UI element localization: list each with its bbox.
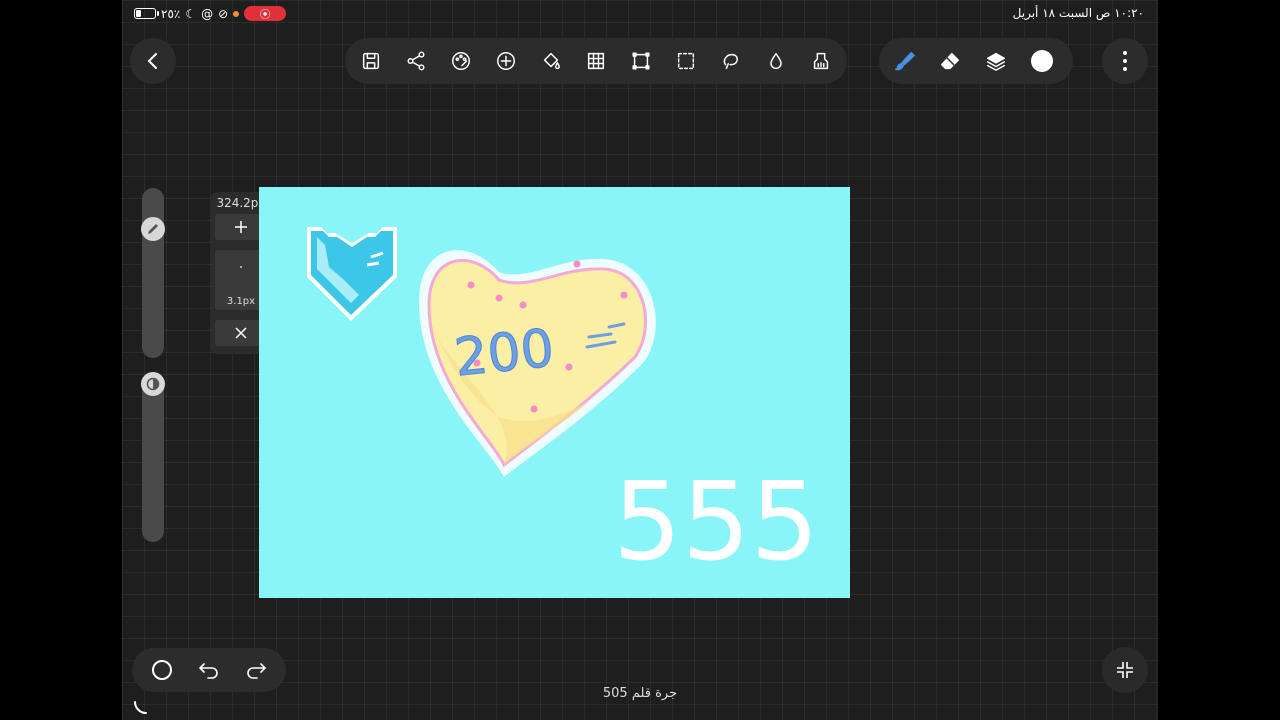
- stroke-count: 505 جرة قلم: [602, 686, 678, 701]
- selection-icon: [677, 52, 694, 70]
- grid-icon: [587, 52, 605, 70]
- opacity-slider[interactable]: [141, 372, 165, 542]
- palette-icon: [452, 52, 471, 70]
- drawing-canvas[interactable]: 200 555: [259, 187, 850, 598]
- phone-icon: [132, 700, 148, 716]
- layers-icon: [987, 52, 1005, 71]
- color-button[interactable]: [1019, 38, 1065, 84]
- chevron-left-icon: [147, 53, 157, 69]
- fill-bucket-button[interactable]: [529, 38, 574, 84]
- plus-icon: [235, 221, 247, 233]
- smudge-icon: [813, 52, 828, 70]
- redo-icon: [247, 663, 267, 679]
- brush-dot: [240, 266, 242, 268]
- lasso-button[interactable]: [708, 38, 753, 84]
- cookie-heart: 200: [419, 250, 656, 477]
- blur-button[interactable]: [753, 38, 798, 84]
- link-icon: ⊘: [218, 6, 229, 21]
- status-datetime: ١٠:٢٠ ص السبت ١٨ أبريل: [1012, 6, 1144, 20]
- circle-icon: [151, 660, 172, 680]
- add-button[interactable]: [484, 38, 529, 84]
- record-button[interactable]: [144, 652, 180, 688]
- tool-selector: [879, 38, 1073, 84]
- undo-icon: [198, 663, 218, 679]
- lasso-icon: [723, 53, 738, 70]
- save-button[interactable]: [349, 38, 394, 84]
- more-vertical-icon: [1123, 51, 1127, 71]
- main-toolbar: [345, 38, 847, 84]
- layers-button[interactable]: [973, 38, 1019, 84]
- battery-percent: ٢٥٪: [161, 6, 181, 21]
- opacity-handle[interactable]: [141, 372, 165, 396]
- more-button[interactable]: [1102, 38, 1148, 84]
- share-icon: [407, 51, 425, 71]
- at-icon: @: [201, 6, 214, 21]
- collapse-icon: [1117, 662, 1133, 678]
- back-button[interactable]: [130, 38, 176, 84]
- grid-button[interactable]: [574, 38, 619, 84]
- color-swatch: [1031, 50, 1053, 72]
- eraser-icon: [941, 52, 959, 70]
- status-left: ٢٥٪ ☾ @ ⊘ ⦿: [134, 6, 287, 21]
- transform-icon: [632, 52, 650, 70]
- brush-icon: [895, 52, 915, 71]
- heart-label: 200: [452, 319, 557, 389]
- brush-size-slider[interactable]: [141, 188, 165, 358]
- selection-button[interactable]: [663, 38, 708, 84]
- pixel-heart: [307, 227, 397, 321]
- drawing-app: ٢٥٪ ☾ @ ⊘ ⦿ ١٠:٢٠ ص السبت ١٨ أبريل 324.2…: [122, 0, 1158, 720]
- mic-indicator-icon: [233, 10, 240, 17]
- close-icon: [235, 327, 247, 339]
- save-icon: [363, 52, 380, 70]
- moon-icon: ☾: [185, 6, 197, 21]
- big-number: 555: [613, 460, 819, 585]
- transform-button[interactable]: [618, 38, 663, 84]
- add-icon: [497, 52, 516, 70]
- redo-button[interactable]: [238, 652, 274, 688]
- undo-button[interactable]: [191, 652, 227, 688]
- smudge-button[interactable]: [798, 38, 843, 84]
- pencil-icon: [148, 224, 158, 234]
- fullscreen-button[interactable]: [1102, 647, 1148, 693]
- screen-record-indicator[interactable]: ⦿: [244, 6, 287, 21]
- battery-icon: [134, 8, 159, 19]
- artwork: 200 555: [307, 227, 819, 585]
- brush-button[interactable]: [881, 38, 927, 84]
- share-button[interactable]: [394, 38, 439, 84]
- opacity-icon: [146, 377, 160, 391]
- eraser-button[interactable]: [927, 38, 973, 84]
- drop-icon: [769, 52, 782, 69]
- brush-size-handle[interactable]: [141, 217, 165, 241]
- palette-button[interactable]: [439, 38, 484, 84]
- status-bar: ٢٥٪ ☾ @ ⊘ ⦿ ١٠:٢٠ ص السبت ١٨ أبريل: [122, 0, 1158, 28]
- fill-bucket-icon: [543, 52, 561, 70]
